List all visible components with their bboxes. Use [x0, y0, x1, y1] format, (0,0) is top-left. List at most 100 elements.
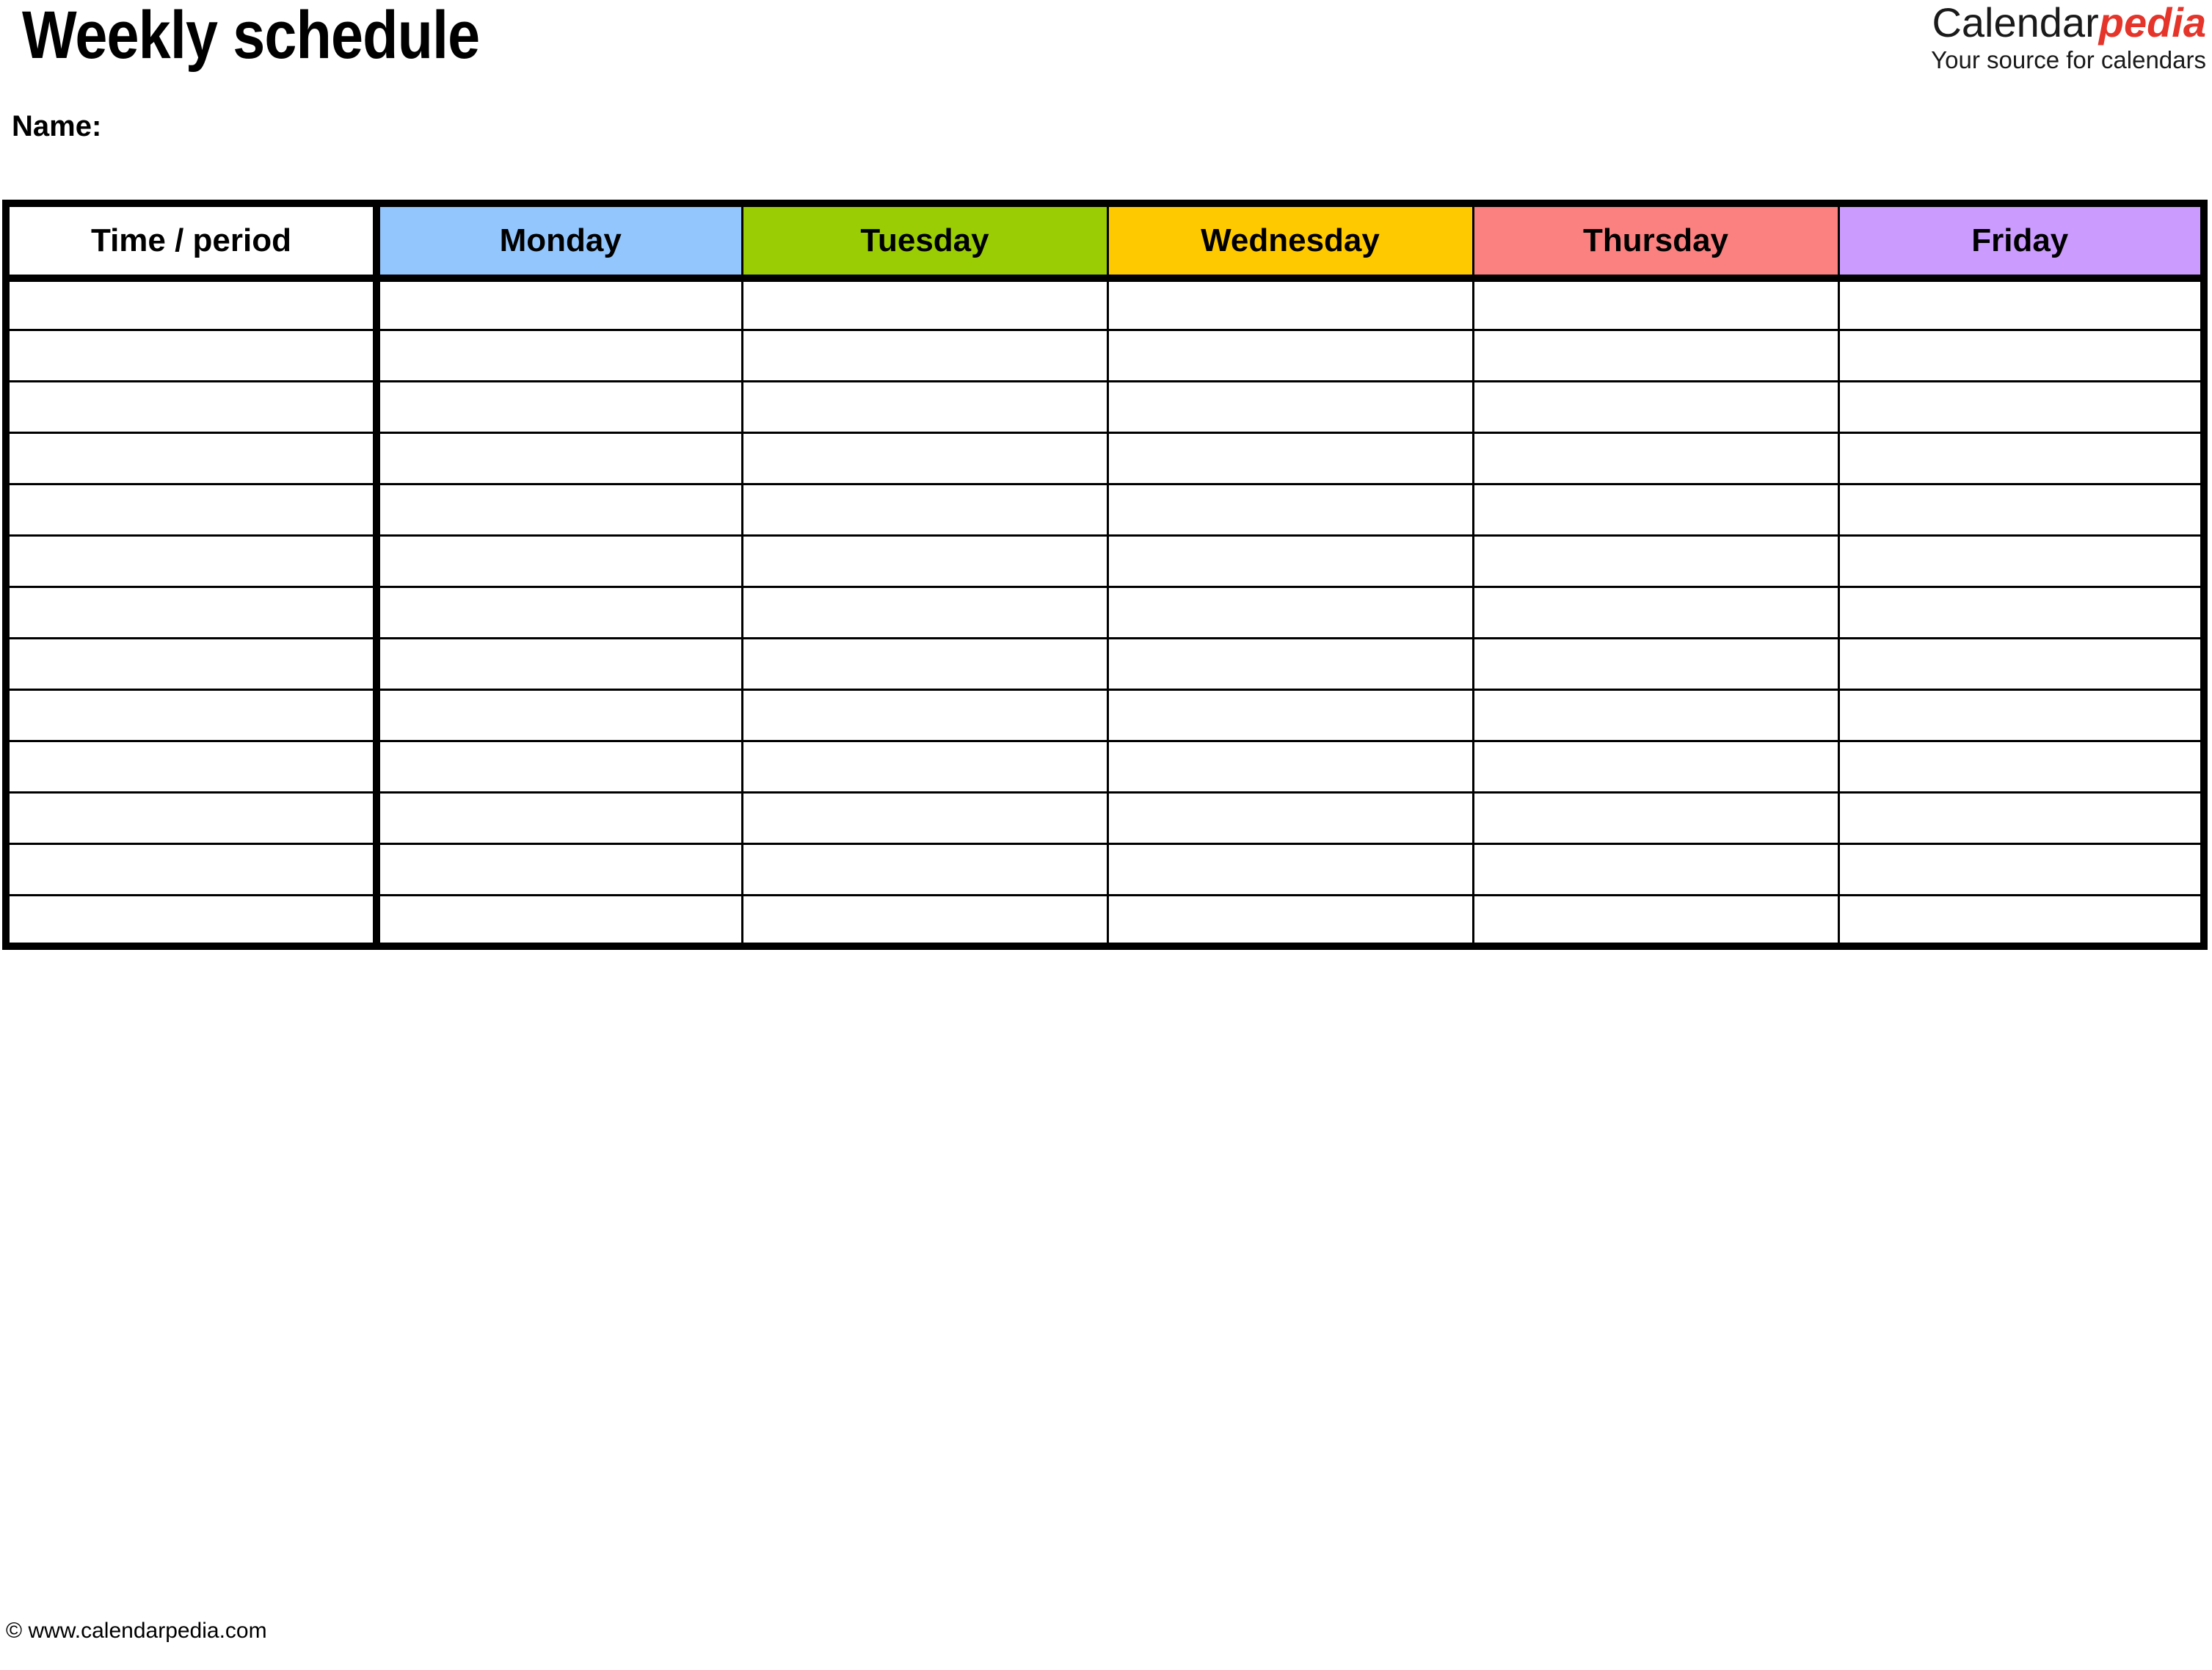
footer-copyright[interactable]: © www.calendarpedia.com — [6, 1619, 267, 1644]
cell-monday-9[interactable] — [376, 689, 743, 742]
cell-thursday-12[interactable] — [1473, 843, 1840, 896]
cell-wednesday-1[interactable] — [1107, 278, 1474, 331]
cell-time-4[interactable] — [6, 432, 380, 485]
cell-thursday-11[interactable] — [1473, 792, 1840, 845]
cell-tuesday-10[interactable] — [742, 741, 1109, 794]
column-header-wednesday[interactable]: Wednesday — [1107, 203, 1474, 282]
cell-tuesday-11[interactable] — [742, 792, 1109, 845]
cell-friday-8[interactable] — [1838, 638, 2204, 691]
logo-brand-first: Calendar — [1932, 0, 2099, 46]
cell-friday-3[interactable] — [1838, 381, 2204, 434]
cell-tuesday-5[interactable] — [742, 484, 1109, 537]
schedule-header-row: Time / period Monday Tuesday Wednesday Thurs… — [6, 203, 2204, 282]
cell-thursday-4[interactable] — [1473, 432, 1840, 485]
schedule-row — [6, 278, 2204, 331]
name-field-label: Name: — [12, 110, 102, 142]
cell-tuesday-6[interactable] — [742, 535, 1109, 588]
cell-thursday-6[interactable] — [1473, 535, 1840, 588]
cell-monday-5[interactable] — [376, 484, 743, 537]
cell-thursday-9[interactable] — [1473, 689, 1840, 742]
cell-wednesday-3[interactable] — [1107, 381, 1474, 434]
cell-time-3[interactable] — [6, 381, 380, 434]
schedule-row — [6, 638, 2204, 691]
cell-thursday-1[interactable] — [1473, 278, 1840, 331]
column-header-monday[interactable]: Monday — [376, 203, 743, 282]
page-title: Weekly schedule — [22, 0, 480, 73]
cell-wednesday-4[interactable] — [1107, 432, 1474, 485]
column-header-time[interactable]: Time / period — [6, 203, 380, 282]
masthead: Weekly schedule Name: Calendarpedia Your… — [0, 0, 2212, 198]
cell-thursday-8[interactable] — [1473, 638, 1840, 691]
cell-friday-1[interactable] — [1838, 278, 2204, 331]
cell-friday-7[interactable] — [1838, 587, 2204, 639]
column-header-thursday[interactable]: Thursday — [1473, 203, 1840, 282]
cell-time-11[interactable] — [6, 792, 380, 845]
cell-time-9[interactable] — [6, 689, 380, 742]
cell-monday-12[interactable] — [376, 843, 743, 896]
cell-tuesday-9[interactable] — [742, 689, 1109, 742]
cell-thursday-2[interactable] — [1473, 330, 1840, 382]
calendarpedia-logo[interactable]: Calendarpedia Your source for calendars — [1931, 1, 2206, 72]
cell-wednesday-11[interactable] — [1107, 792, 1474, 845]
cell-monday-10[interactable] — [376, 741, 743, 794]
cell-friday-12[interactable] — [1838, 843, 2204, 896]
cell-friday-2[interactable] — [1838, 330, 2204, 382]
cell-friday-6[interactable] — [1838, 535, 2204, 588]
cell-wednesday-10[interactable] — [1107, 741, 1474, 794]
cell-tuesday-12[interactable] — [742, 843, 1109, 896]
cell-monday-2[interactable] — [376, 330, 743, 382]
cell-tuesday-1[interactable] — [742, 278, 1109, 331]
cell-time-7[interactable] — [6, 587, 380, 639]
cell-time-10[interactable] — [6, 741, 380, 794]
cell-friday-13[interactable] — [1838, 895, 2204, 946]
cell-thursday-7[interactable] — [1473, 587, 1840, 639]
cell-monday-3[interactable] — [376, 381, 743, 434]
cell-time-2[interactable] — [6, 330, 380, 382]
cell-tuesday-7[interactable] — [742, 587, 1109, 639]
cell-monday-1[interactable] — [376, 278, 743, 331]
cell-wednesday-13[interactable] — [1107, 895, 1474, 946]
column-header-friday[interactable]: Friday — [1838, 203, 2204, 282]
cell-thursday-3[interactable] — [1473, 381, 1840, 434]
cell-monday-6[interactable] — [376, 535, 743, 588]
cell-time-13[interactable] — [6, 895, 380, 946]
cell-monday-11[interactable] — [376, 792, 743, 845]
schedule-row — [6, 432, 2204, 485]
cell-monday-4[interactable] — [376, 432, 743, 485]
cell-wednesday-9[interactable] — [1107, 689, 1474, 742]
schedule-row — [6, 381, 2204, 434]
cell-friday-10[interactable] — [1838, 741, 2204, 794]
cell-time-12[interactable] — [6, 843, 380, 896]
cell-wednesday-8[interactable] — [1107, 638, 1474, 691]
cell-wednesday-12[interactable] — [1107, 843, 1474, 896]
schedule-row — [6, 330, 2204, 382]
cell-wednesday-6[interactable] — [1107, 535, 1474, 588]
cell-tuesday-13[interactable] — [742, 895, 1109, 946]
cell-tuesday-8[interactable] — [742, 638, 1109, 691]
cell-thursday-10[interactable] — [1473, 741, 1840, 794]
cell-thursday-13[interactable] — [1473, 895, 1840, 946]
cell-tuesday-2[interactable] — [742, 330, 1109, 382]
cell-time-5[interactable] — [6, 484, 380, 537]
cell-time-1[interactable] — [6, 278, 380, 331]
cell-time-6[interactable] — [6, 535, 380, 588]
cell-wednesday-5[interactable] — [1107, 484, 1474, 537]
cell-monday-13[interactable] — [376, 895, 743, 946]
cell-wednesday-7[interactable] — [1107, 587, 1474, 639]
cell-monday-8[interactable] — [376, 638, 743, 691]
cell-monday-7[interactable] — [376, 587, 743, 639]
cell-wednesday-2[interactable] — [1107, 330, 1474, 382]
schedule-row — [6, 895, 2204, 946]
logo-tagline: Your source for calendars — [1931, 46, 2206, 73]
schedule-row — [6, 741, 2204, 794]
cell-thursday-5[interactable] — [1473, 484, 1840, 537]
cell-friday-5[interactable] — [1838, 484, 2204, 537]
schedule-table: Time / period Monday Tuesday Wednesday Thurs… — [2, 200, 2208, 950]
cell-friday-11[interactable] — [1838, 792, 2204, 845]
cell-tuesday-3[interactable] — [742, 381, 1109, 434]
column-header-tuesday[interactable]: Tuesday — [742, 203, 1109, 282]
cell-friday-9[interactable] — [1838, 689, 2204, 742]
cell-friday-4[interactable] — [1838, 432, 2204, 485]
cell-time-8[interactable] — [6, 638, 380, 691]
cell-tuesday-4[interactable] — [742, 432, 1109, 485]
